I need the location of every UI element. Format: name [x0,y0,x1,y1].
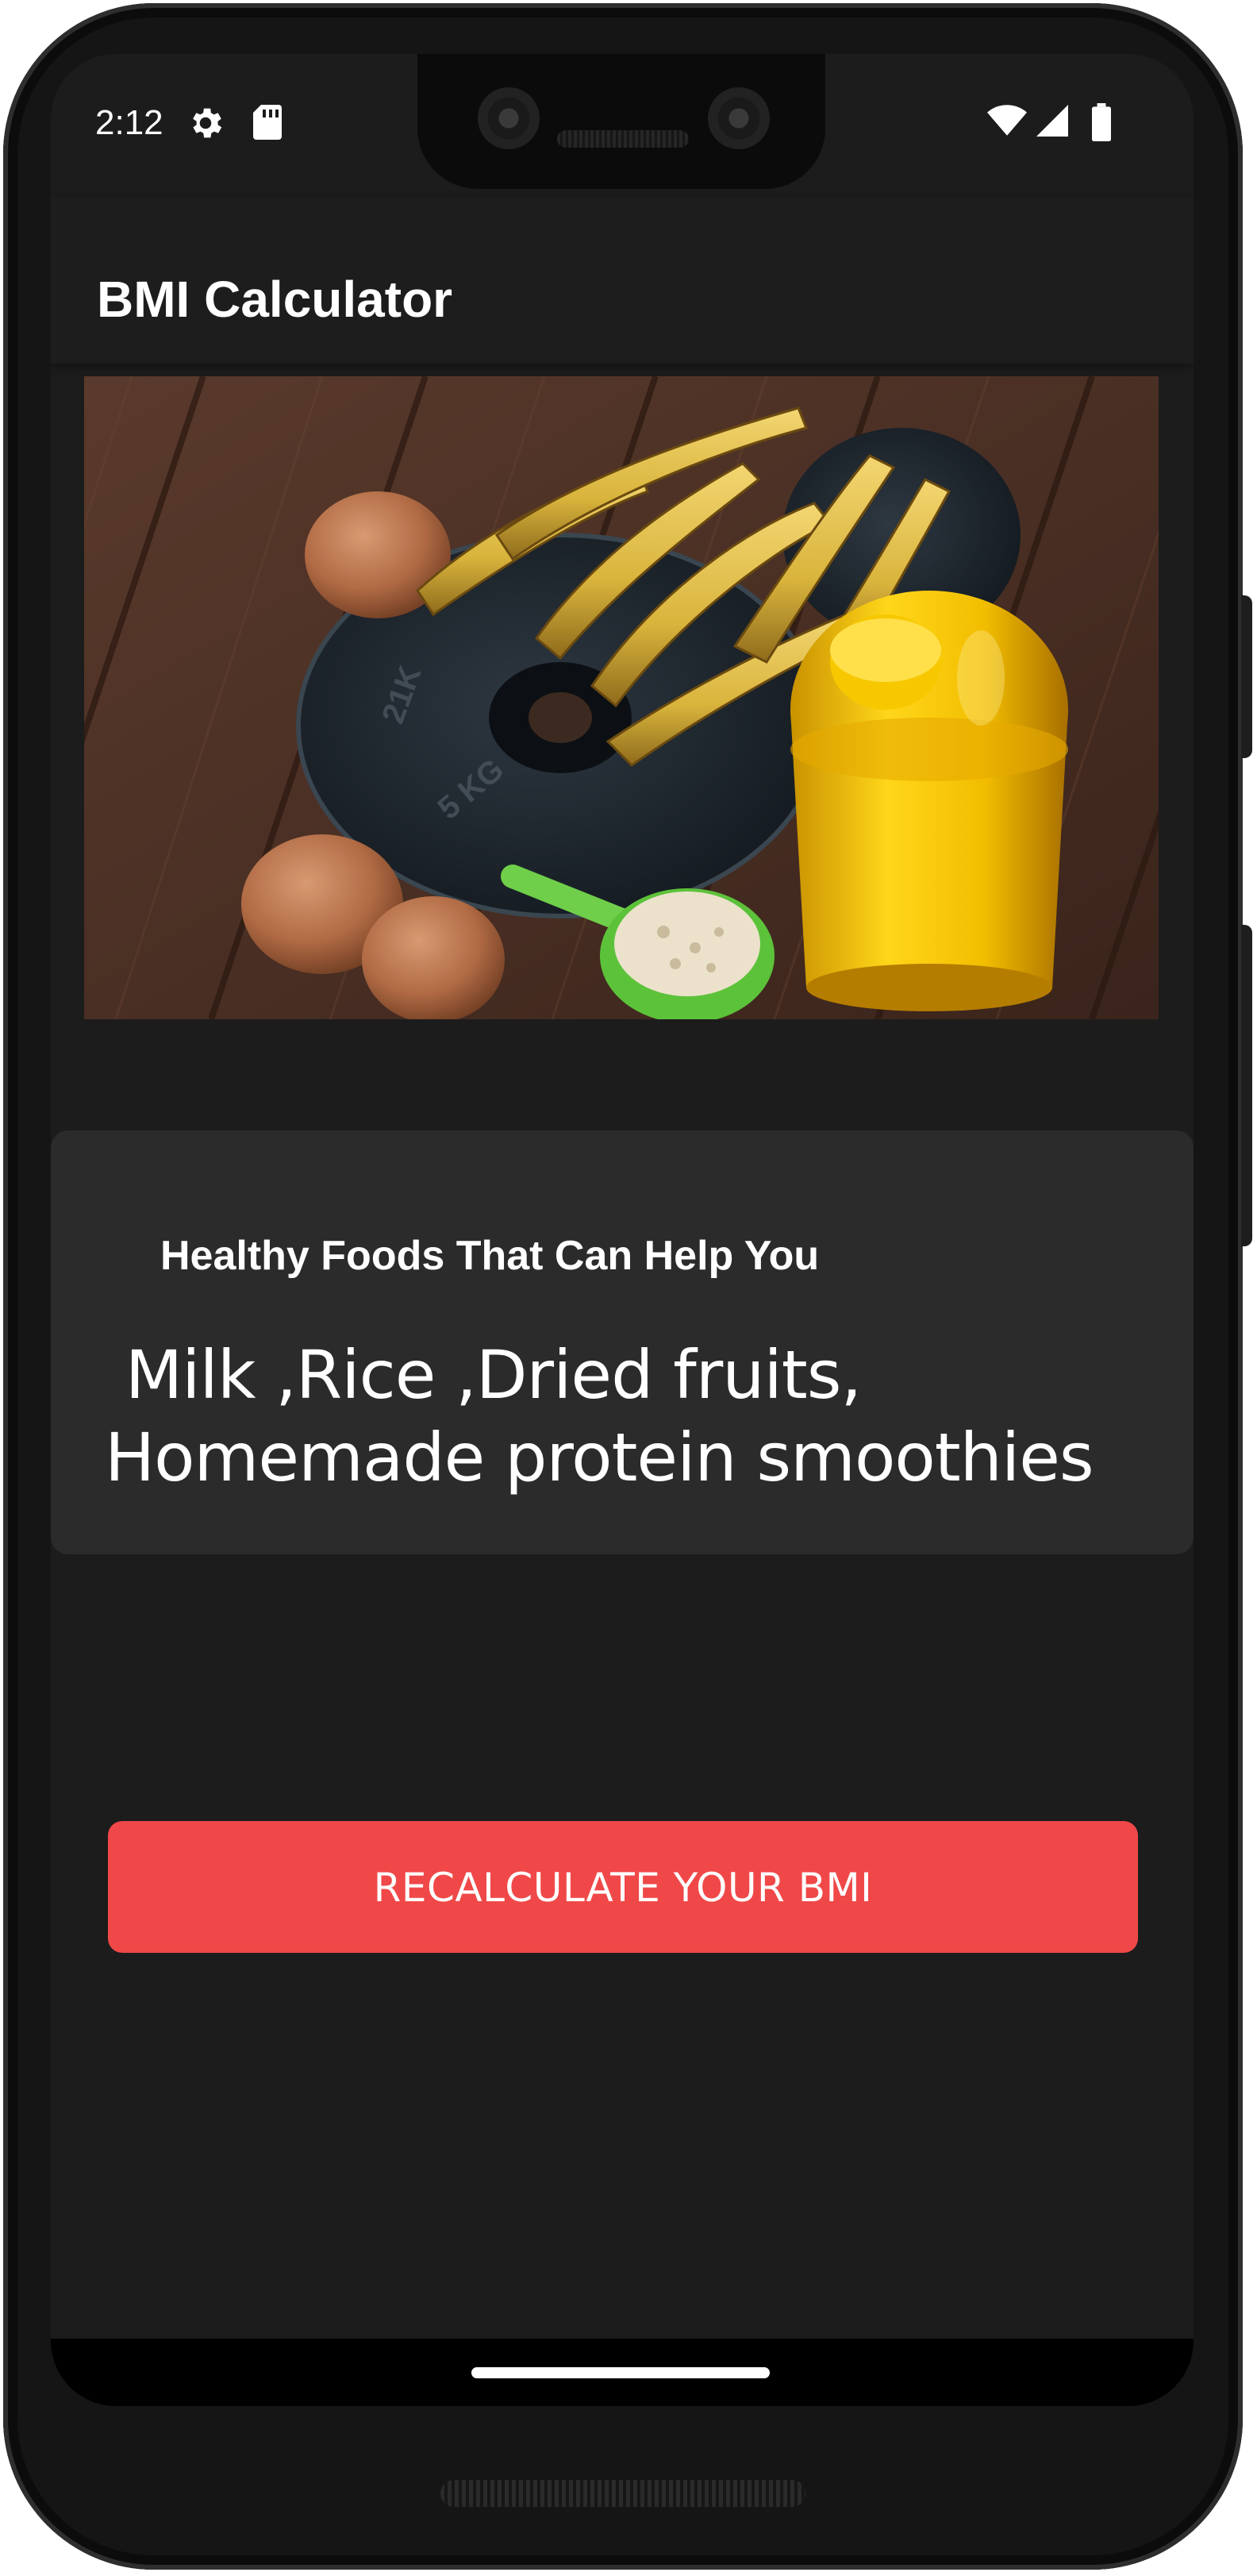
settings-icon [186,103,225,147]
recalculate-bmi-button[interactable]: RECALCULATE YOUR BMI [108,1821,1138,1953]
wifi-icon [987,103,1027,142]
status-bar: 2:12 [51,54,1194,197]
screen: 2:12 BMI Calculator 21K 5 KG Healthy Foo… [51,54,1194,2406]
food-suggestions-line-1: Milk ,Rice ,Dried fruits, [105,1336,863,1414]
status-time: 2:12 [95,103,163,142]
navigation-bar [51,2339,1194,2406]
battery-icon [1090,103,1113,145]
healthy-food-image: 21K 5 KG [84,376,1159,1019]
cell-signal-icon [1035,103,1070,142]
app-bar: BMI Calculator [51,197,1194,364]
food-suggestions: Milk ,Rice ,Dried fruits, Homemade prote… [105,1334,1168,1499]
healthy-foods-card: Healthy Foods That Can Help You Milk ,Ri… [51,1130,1194,1554]
power-button [1241,595,1252,758]
home-gesture-handle[interactable] [471,2367,770,2378]
volume-button [1241,925,1252,1246]
bottom-speaker-grille [440,2480,805,2507]
page-title: BMI Calculator [97,271,453,328]
food-suggestions-line-2: Homemade protein smoothies [105,1419,1094,1496]
card-heading: Healthy Foods That Can Help You [160,1233,820,1279]
sd-card-icon [251,103,284,145]
